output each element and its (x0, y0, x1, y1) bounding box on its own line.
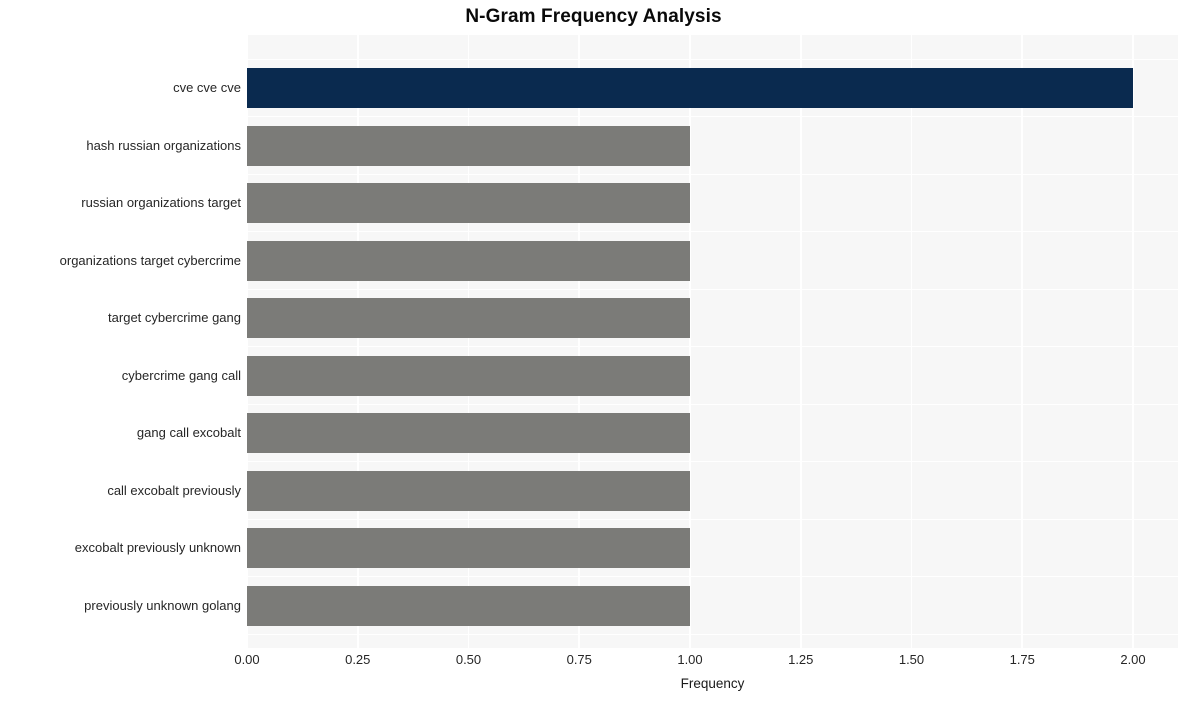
y-axis-tick-label: target cybercrime gang (108, 310, 241, 325)
x-axis-title: Frequency (680, 676, 745, 691)
gridline-horizontal (247, 231, 1178, 233)
y-axis-tick-label: call excobalt previously (107, 482, 241, 498)
bar[interactable] (247, 585, 690, 626)
y-axis-tick-label: excobalt previously unknown (74, 540, 241, 555)
bar[interactable] (247, 68, 1133, 108)
y-axis-tick-label: gang call excobalt (136, 425, 241, 440)
bar[interactable] (247, 240, 690, 281)
y-axis-tick-label: organizations target cybercrime (59, 252, 241, 268)
x-axis-tick-label: 0.00 (234, 652, 260, 667)
gridline-vertical (1132, 35, 1134, 648)
gridline-horizontal (247, 58, 1178, 60)
bar[interactable] (247, 183, 690, 223)
y-axis-tick-label: cve cve cve (173, 80, 241, 95)
bar[interactable] (247, 355, 690, 396)
gridline-horizontal (247, 116, 1178, 118)
gridline-horizontal (247, 173, 1178, 175)
bar[interactable] (247, 125, 690, 166)
x-axis-tick-label: 0.75 (566, 652, 592, 667)
bar[interactable] (247, 470, 690, 511)
gridline-vertical (910, 35, 913, 648)
x-axis-tick-label: 2.00 (1120, 652, 1146, 667)
bar[interactable] (247, 413, 690, 453)
x-axis-tick-label: 0.50 (455, 652, 482, 667)
x-axis-tick-label: 0.25 (345, 652, 371, 667)
y-axis-tick-label: cybercrime gang call (121, 367, 241, 383)
y-axis-tick-label: russian organizations target (81, 195, 241, 210)
plot-area (247, 35, 1178, 648)
gridline-vertical (799, 35, 802, 648)
chart-figure: N-Gram Frequency Analysis cve cve cve has… (0, 0, 1187, 701)
y-axis-tick-labels: cve cve cve hash russian organizations rus… (0, 35, 241, 648)
gridline-horizontal (247, 346, 1178, 348)
gridline-horizontal (247, 633, 1178, 635)
gridline-horizontal (247, 403, 1178, 405)
gridline-vertical (1021, 35, 1024, 648)
x-axis-tick-labels: 0.00 0.25 0.50 0.75 1.00 1.25 1.50 1.75 2.00 (0, 652, 1187, 672)
x-axis-tick-label: 1.00 (677, 652, 703, 667)
x-axis-tick-label: 1.25 (788, 652, 814, 667)
x-axis-tick-label: 1.75 (1009, 652, 1035, 667)
bar[interactable] (247, 528, 690, 568)
bar[interactable] (247, 298, 690, 338)
gridline-horizontal (247, 461, 1178, 463)
gridline-horizontal (247, 288, 1178, 290)
y-axis-tick-label: previously unknown golang (84, 597, 241, 613)
chart-title: N-Gram Frequency Analysis (465, 6, 722, 27)
gridline-horizontal (247, 518, 1178, 520)
x-axis-tick-label: 1.50 (898, 652, 925, 667)
y-axis-tick-label: hash russian organizations (86, 137, 241, 153)
gridline-horizontal (247, 576, 1178, 578)
